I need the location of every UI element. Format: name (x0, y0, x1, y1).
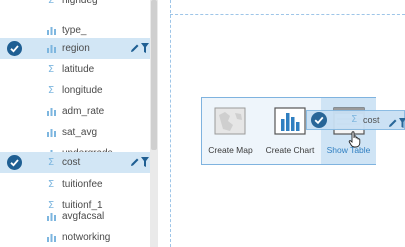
field-row-avgfacsal[interactable]: avgfacsal (0, 206, 150, 227)
field-list-panel: Σ highdeg type_ region Σ latitude Σ long… (0, 0, 150, 247)
field-label: notworking (62, 232, 111, 243)
create-chart-option[interactable]: Create Chart (261, 98, 319, 164)
field-row-tuitionfee[interactable]: Σ tuitionfee (0, 174, 150, 195)
card-dropzone-guide (170, 0, 171, 247)
string-field-icon (45, 206, 57, 227)
field-label: latitude (62, 64, 95, 75)
field-label: avgfacsal (62, 211, 105, 222)
checkmark-icon[interactable] (7, 41, 22, 56)
number-field-icon: Σ (47, 84, 55, 96)
create-map-label: Create Map (208, 145, 253, 155)
field-row-adm-rate[interactable]: adm_rate (0, 101, 150, 122)
field-label: longitude (62, 85, 103, 96)
field-label: highdeg (62, 0, 98, 6)
card-dropzone-guide (170, 14, 405, 15)
string-field-icon (45, 38, 57, 59)
field-label: cost (62, 157, 81, 168)
checkmark-icon[interactable] (7, 155, 22, 170)
filter-icon[interactable] (141, 157, 149, 170)
field-label: adm_rate (62, 106, 105, 117)
hand-cursor-icon (348, 131, 361, 148)
field-label: tuitionfee (62, 179, 103, 190)
string-field-icon (45, 101, 57, 122)
map-icon (214, 107, 246, 135)
create-map-option[interactable]: Create Map (202, 98, 259, 164)
field-label: region (62, 43, 90, 54)
dragged-field-chip[interactable]: Σ cost (306, 110, 405, 130)
pencil-icon (388, 115, 398, 133)
scrollbar-thumb[interactable] (151, 0, 157, 150)
bar-chart-icon (274, 107, 306, 135)
number-field-icon: Σ (47, 0, 55, 6)
field-row-region[interactable]: region (0, 38, 150, 59)
checkmark-icon (311, 112, 327, 128)
pencil-icon[interactable] (130, 43, 140, 56)
filter-icon (399, 115, 405, 133)
number-field-icon: Σ (351, 114, 358, 125)
pencil-icon[interactable] (130, 157, 140, 170)
field-row-notworking[interactable]: notworking (0, 227, 150, 247)
number-field-icon: Σ (47, 63, 55, 75)
create-chart-label: Create Chart (265, 145, 315, 155)
field-row-highdeg[interactable]: Σ highdeg (0, 0, 150, 11)
field-row-longitude[interactable]: Σ longitude (0, 80, 150, 101)
field-row-latitude[interactable]: Σ latitude (0, 59, 150, 80)
dragged-field-label: cost (363, 115, 380, 125)
field-label: sat_avg (62, 127, 98, 138)
string-field-icon (45, 227, 57, 247)
number-field-icon: Σ (47, 156, 55, 168)
field-row-cost[interactable]: Σ cost (0, 152, 150, 173)
string-field-icon (45, 122, 57, 143)
number-field-icon: Σ (47, 178, 55, 190)
field-row-sat-avg[interactable]: sat_avg (0, 122, 150, 143)
filter-icon[interactable] (141, 43, 149, 56)
